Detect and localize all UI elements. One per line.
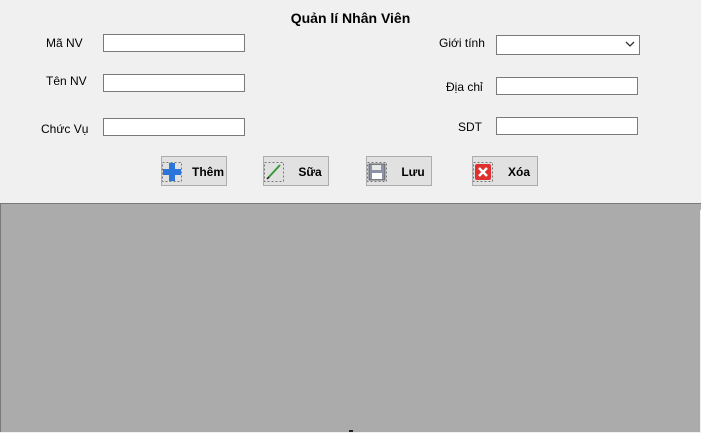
delete-button-label: Xóa (507, 165, 530, 179)
edit-button-label: Sữa (298, 165, 322, 179)
floppy-disk-icon (367, 162, 387, 182)
chevron-down-icon (624, 38, 636, 53)
chuc-vu-input[interactable] (103, 118, 245, 136)
sdt-input[interactable] (496, 117, 638, 135)
dia-chi-input[interactable] (496, 77, 638, 95)
delete-button[interactable]: Xóa (472, 156, 538, 186)
edit-button[interactable]: Sữa (263, 156, 329, 186)
pencil-icon (264, 162, 284, 182)
add-button-label: Thêm (191, 165, 224, 179)
ten-nv-label: Tên NV (46, 74, 87, 88)
save-button[interactable]: Lưu (366, 156, 432, 186)
ma-nv-input[interactable] (103, 34, 245, 52)
form-title: Quản lí Nhân Viên (290, 10, 411, 26)
ten-nv-input[interactable] (103, 74, 245, 92)
employee-data-grid[interactable] (0, 203, 701, 433)
chuc-vu-label: Chức Vụ (41, 122, 89, 136)
save-button-label: Lưu (401, 165, 425, 179)
sdt-label: SDT (458, 120, 482, 134)
gioi-tinh-label: Giới tính (439, 36, 485, 50)
delete-x-icon (473, 162, 493, 182)
gioi-tinh-select[interactable] (496, 35, 640, 55)
add-button[interactable]: Thêm (161, 156, 227, 186)
dia-chi-label: Địa chỉ (446, 80, 483, 94)
ma-nv-label: Mã NV (46, 36, 83, 50)
plus-icon (162, 162, 182, 182)
